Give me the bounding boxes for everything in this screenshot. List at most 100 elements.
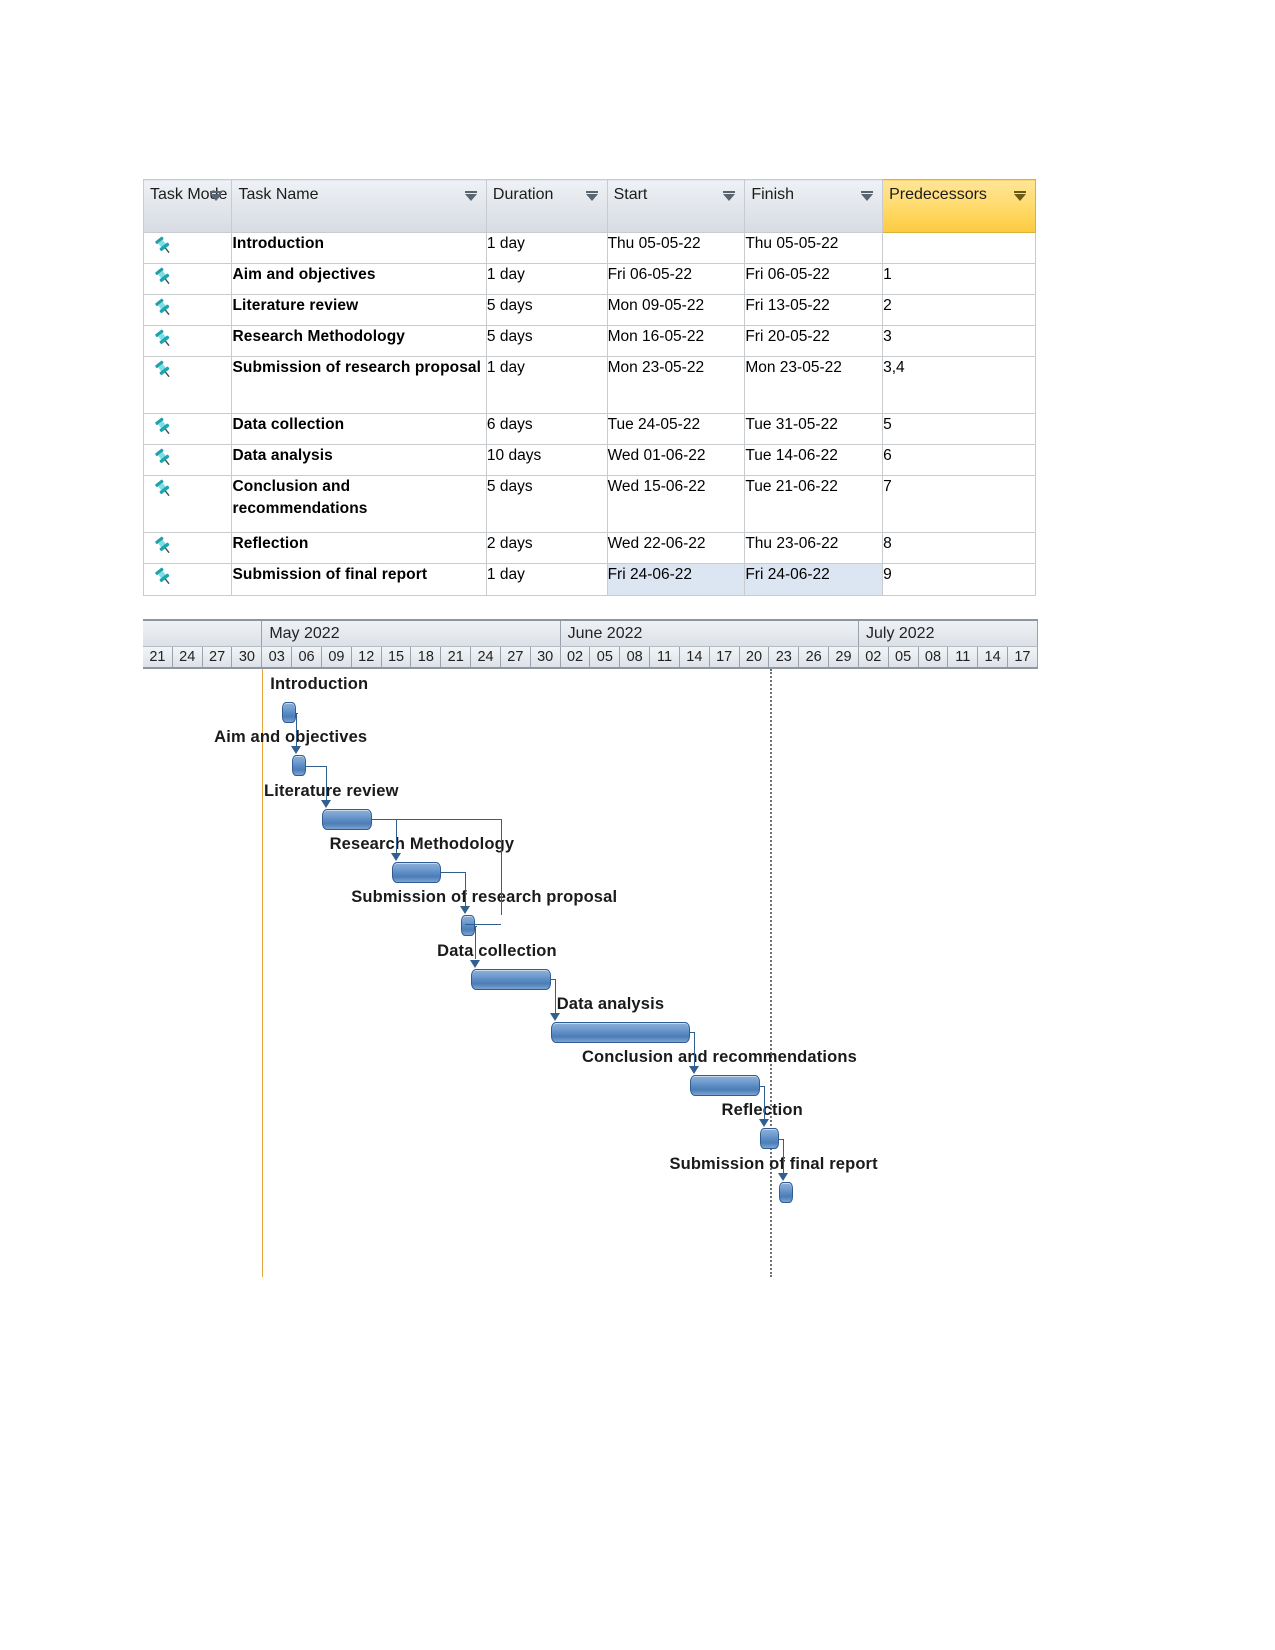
cell-predecessors[interactable]: 2	[882, 294, 1036, 326]
cell-task-mode[interactable]	[142, 325, 233, 357]
cell-duration[interactable]: 6 days	[485, 413, 608, 445]
table-row[interactable]: Data collection 6 days Tue 24-05-22 Tue 31-…	[142, 413, 1036, 445]
gantt-bar[interactable]	[292, 755, 307, 777]
cell-finish-date[interactable]: Tue 14-06-22	[744, 444, 884, 476]
cell-finish-date[interactable]: Thu 05-05-22	[744, 232, 884, 264]
cell-duration[interactable]: 5 days	[485, 294, 608, 326]
cell-task-name[interactable]: Aim and objectives	[231, 263, 487, 295]
cell-start-date[interactable]: Fri 24-06-22	[606, 563, 746, 596]
cell-predecessors[interactable]: 3,4	[882, 356, 1036, 414]
cell-task-mode[interactable]	[142, 532, 233, 564]
cell-task-name[interactable]: Introduction	[231, 232, 487, 264]
cell-task-mode[interactable]	[142, 232, 233, 264]
gantt-bar[interactable]	[759, 1128, 780, 1150]
gantt-bar[interactable]	[282, 702, 297, 723]
filter-dropdown-icon[interactable]	[723, 191, 736, 201]
column-header-start[interactable]: Start	[606, 179, 746, 233]
cell-predecessors[interactable]: 6	[882, 444, 1036, 476]
cell-predecessors[interactable]: 8	[882, 532, 1036, 564]
gantt-bar[interactable]	[779, 1181, 794, 1203]
table-row[interactable]: Aim and objectives 1 day Fri 06-05-22 Fri 0…	[142, 263, 1036, 295]
cell-start-date[interactable]: Tue 24-05-22	[606, 413, 746, 445]
cell-finish-date[interactable]: Fri 13-05-22	[744, 294, 884, 326]
timeline-day-tick: 08	[919, 647, 949, 667]
cell-duration[interactable]: 2 days	[485, 532, 608, 564]
dependency-link	[465, 924, 502, 926]
timeline-day-tick: 20	[740, 647, 770, 667]
table-row[interactable]: Research Methodology 5 days Mon 16-05-22 Fr…	[142, 325, 1036, 357]
table-row[interactable]: Data analysis 10 days Wed 01-06-22 Tue 14-0…	[142, 444, 1036, 476]
table-header-row: Task Mode Task Name Duration Start Finis…	[142, 179, 1036, 233]
table-row[interactable]: Introduction 1 day Thu 05-05-22 Thu 05-05-2…	[142, 232, 1036, 264]
cell-task-name[interactable]: Research Methodology	[231, 325, 487, 357]
table-row[interactable]: Reflection 2 days Wed 22-06-22 Thu 23-06-22…	[142, 532, 1036, 564]
gantt-bar[interactable]	[689, 1075, 760, 1097]
cell-task-mode[interactable]	[142, 475, 233, 533]
cell-duration[interactable]: 5 days	[485, 475, 608, 533]
cell-start-date[interactable]: Mon 16-05-22	[606, 325, 746, 357]
cell-duration[interactable]: 1 day	[485, 232, 608, 264]
column-header-predecessors[interactable]: Predecessors	[882, 179, 1036, 233]
cell-task-mode[interactable]	[142, 294, 233, 326]
gantt-bar[interactable]	[461, 915, 476, 937]
gantt-bar[interactable]	[550, 1021, 690, 1043]
cell-duration[interactable]: 1 day	[485, 263, 608, 295]
cell-task-name[interactable]: Data analysis	[231, 444, 487, 476]
cell-start-date[interactable]: Mon 09-05-22	[606, 294, 746, 326]
cell-task-name[interactable]: Submission of final report	[231, 563, 487, 596]
cell-predecessors[interactable]: 9	[882, 563, 1036, 596]
cell-finish-date[interactable]: Fri 20-05-22	[744, 325, 884, 357]
cell-task-name[interactable]: Submission of research proposal	[231, 356, 487, 414]
timeline-header: May 2022 June 2022 July 2022 21 24 27 30 03 06 0…	[143, 619, 1038, 669]
filter-dropdown-icon[interactable]	[861, 191, 874, 201]
filter-dropdown-icon[interactable]	[464, 191, 477, 201]
table-row[interactable]: Submission of final report 1 day Fri 24-06…	[142, 563, 1036, 596]
cell-finish-date[interactable]: Fri 24-06-22	[744, 563, 884, 596]
cell-task-mode[interactable]	[142, 444, 233, 476]
cell-duration[interactable]: 1 day	[485, 563, 608, 596]
cell-duration[interactable]: 1 day	[485, 356, 608, 414]
column-header-task-name[interactable]: Task Name	[231, 179, 487, 233]
cell-task-mode[interactable]	[142, 263, 233, 295]
cell-start-date[interactable]: Mon 23-05-22	[606, 356, 746, 414]
cell-start-date[interactable]: Thu 05-05-22	[606, 232, 746, 264]
filter-dropdown-icon[interactable]	[1014, 191, 1026, 201]
cell-duration[interactable]: 5 days	[485, 325, 608, 357]
cell-finish-date[interactable]: Fri 06-05-22	[744, 263, 884, 295]
timeline-day-tick: 27	[501, 647, 531, 667]
cell-finish-date[interactable]: Thu 23-06-22	[744, 532, 884, 564]
cell-task-name[interactable]: Conclusion and recommendations	[231, 475, 487, 533]
cell-task-mode[interactable]	[142, 413, 233, 445]
cell-start-date[interactable]: Wed 22-06-22	[606, 532, 746, 564]
cell-start-date[interactable]: Fri 06-05-22	[606, 263, 746, 295]
cell-task-mode[interactable]	[142, 356, 233, 414]
cell-duration[interactable]: 10 days	[485, 444, 608, 476]
timeline-day-tick: 26	[799, 647, 830, 667]
gantt-bar[interactable]	[391, 861, 442, 883]
column-header-task-mode[interactable]: Task Mode	[142, 179, 233, 233]
cell-predecessors[interactable]	[882, 232, 1036, 264]
cell-start-date[interactable]: Wed 15-06-22	[606, 475, 746, 533]
table-row[interactable]: Conclusion and recommendations 5 days Wed …	[142, 475, 1036, 533]
cell-start-date[interactable]: Wed 01-06-22	[606, 444, 746, 476]
cell-predecessors[interactable]: 5	[882, 413, 1036, 445]
column-header-duration[interactable]: Duration	[485, 179, 608, 233]
cell-task-name[interactable]: Literature review	[231, 294, 487, 326]
cell-predecessors[interactable]: 7	[882, 475, 1036, 533]
cell-finish-date[interactable]: Mon 23-05-22	[744, 356, 884, 414]
column-header-finish[interactable]: Finish	[744, 179, 884, 233]
cell-finish-date[interactable]: Tue 21-06-22	[744, 475, 884, 533]
gantt-bar[interactable]	[322, 808, 372, 830]
table-row[interactable]: Submission of research proposal 1 day Mon …	[142, 356, 1036, 414]
cell-task-name[interactable]: Data collection	[231, 413, 487, 445]
task-table: Task Mode Task Name Duration Start Finis…	[142, 179, 1036, 596]
cell-task-name[interactable]: Reflection	[231, 532, 487, 564]
table-row[interactable]: Literature review 5 days Mon 09-05-22 Fri 1…	[142, 294, 1036, 326]
filter-dropdown-icon[interactable]	[585, 191, 598, 201]
filter-dropdown-icon[interactable]	[210, 191, 223, 201]
cell-predecessors[interactable]: 3	[882, 325, 1036, 357]
cell-task-mode[interactable]	[142, 563, 233, 596]
cell-finish-date[interactable]: Tue 31-05-22	[744, 413, 884, 445]
cell-predecessors[interactable]: 1	[882, 263, 1036, 295]
gantt-bar[interactable]	[471, 968, 551, 990]
